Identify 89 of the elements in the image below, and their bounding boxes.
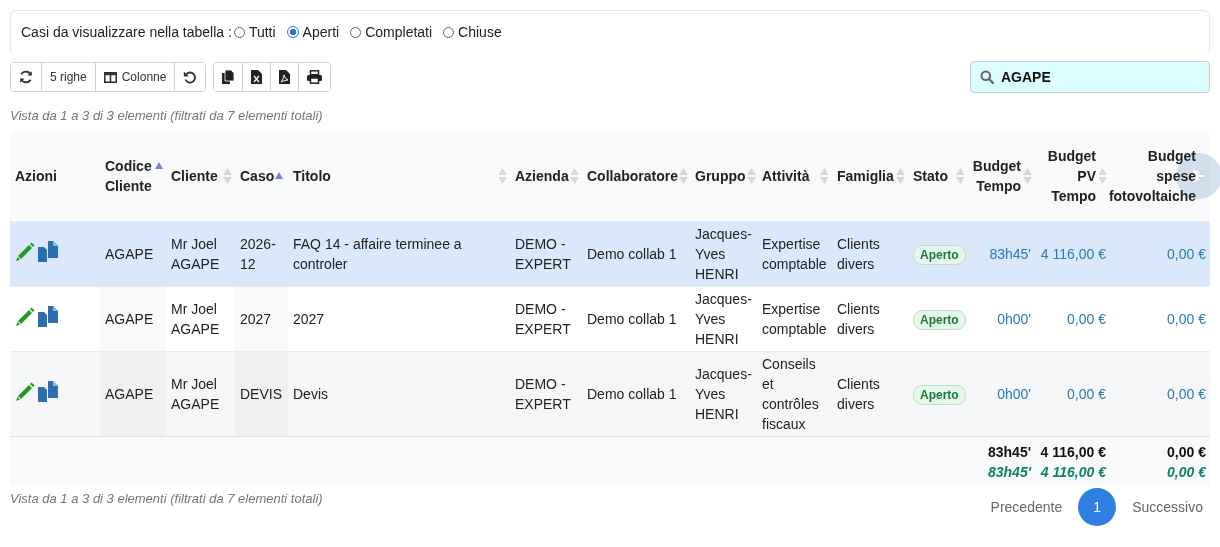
table-cell: DEMO - EXPERT — [515, 376, 571, 412]
sort-ascending-icon[interactable] — [155, 162, 163, 169]
column-header[interactable]: Attività — [762, 166, 810, 186]
table-cell: 2027 — [293, 311, 325, 327]
table-cell: 83h45' — [989, 246, 1031, 262]
table-cell: Expertise comptable — [762, 301, 827, 337]
total-value: 4 116,00 € — [1039, 443, 1106, 462]
table-info: Vista da 1 a 3 di 3 elementi (filtrati da 7 elementi totali) — [10, 108, 324, 123]
page-button[interactable]: 1 — [1078, 488, 1117, 526]
refresh-icon — [19, 70, 33, 84]
table-cell: 0h00' — [997, 386, 1031, 402]
column-header[interactable]: Azioni — [15, 166, 57, 186]
radio-icon[interactable] — [286, 26, 299, 38]
pencil-icon[interactable] — [15, 306, 36, 327]
total-value: 0,00 € — [1166, 443, 1206, 462]
column-header[interactable]: Stato — [913, 166, 948, 186]
previous-link[interactable]: Precedente — [988, 495, 1065, 519]
column-header[interactable]: Famiglia — [837, 166, 894, 186]
table-cell: Mr Joel AGAPE — [171, 301, 220, 337]
column-header[interactable]: Cliente — [171, 166, 218, 186]
sort-ascending-icon[interactable] — [275, 172, 284, 179]
next-link[interactable]: Successivo — [1130, 495, 1205, 519]
table-cell: Devis — [293, 386, 328, 402]
table-cell: 0,00 € — [1067, 386, 1106, 402]
column-header[interactable]: Budget spese fotovoltaiche — [1108, 146, 1196, 206]
table-cell: 0,00 € — [1167, 246, 1206, 262]
table-cell: AGAPE — [105, 386, 154, 402]
table-cell: Demo collab 1 — [587, 386, 677, 402]
pencil-icon[interactable] — [15, 381, 36, 402]
copy-icon — [222, 69, 235, 85]
radio-option[interactable]: Tutti — [233, 24, 276, 40]
column-header[interactable]: Azienda — [515, 166, 569, 186]
print-icon — [307, 70, 323, 84]
table-cell: AGAPE — [105, 246, 154, 262]
radio-option[interactable]: Completati — [350, 24, 433, 40]
columns-icon — [103, 71, 117, 83]
table-cell: Expertise comptable — [762, 236, 827, 272]
table-cell: 4 116,00 € — [1040, 246, 1106, 262]
column-header[interactable]: Caso — [240, 166, 275, 186]
table-cell: Clients divers — [837, 301, 880, 337]
column-header[interactable]: Budget PV Tempo — [1040, 146, 1096, 206]
total-value: 83h45' — [986, 443, 1031, 462]
column-header[interactable]: Titolo — [293, 166, 331, 186]
table-cell: 0,00 € — [1167, 386, 1206, 402]
copy-icon[interactable] — [38, 381, 58, 402]
column-header[interactable]: Budget Tempo — [972, 156, 1021, 196]
status-badge: Aperto — [913, 244, 966, 265]
table-cell: DEMO - EXPERT — [515, 236, 571, 272]
table-cell: Mr Joel AGAPE — [171, 236, 220, 272]
total-value: 4 116,00 € — [1039, 463, 1106, 482]
total-value: 0,00 € — [1166, 463, 1206, 482]
table-cell: Clients divers — [837, 236, 880, 272]
radio-option[interactable]: Chiuse — [443, 24, 502, 40]
undo-icon — [183, 70, 198, 84]
table-cell: DEVIS — [240, 386, 282, 402]
radio-option[interactable]: Aperti — [286, 24, 340, 40]
table-cell: 2027 — [240, 311, 272, 327]
print-button[interactable] — [298, 63, 331, 91]
status-badge: Aperto — [913, 384, 966, 405]
table-cell: Mr Joel AGAPE — [171, 376, 220, 412]
table-cell: Jacques-Yves HENRI — [695, 366, 752, 422]
filter-label: Casi da visualizzare nella tabella : — [21, 24, 232, 40]
search-field[interactable]: AGAPE — [970, 61, 1210, 93]
copy-icon[interactable] — [38, 306, 58, 327]
table-cell: FAQ 14 - affaire terminee a controler — [293, 236, 462, 272]
table-cell: DEMO - EXPERT — [515, 301, 571, 337]
table-cell: 0,00 € — [1067, 311, 1106, 327]
table-cell: 0,00 € — [1167, 311, 1206, 327]
column-header[interactable]: Collaboratore — [587, 166, 678, 186]
table-cell: AGAPE — [105, 311, 154, 327]
column-header[interactable]: Gruppo — [695, 166, 746, 186]
table-cell: Jacques-Yves HENRI — [695, 226, 752, 282]
table-cell: Demo collab 1 — [587, 311, 677, 327]
search-icon — [980, 70, 994, 84]
table-cell: Jacques-Yves HENRI — [695, 291, 752, 347]
status-badge: Aperto — [913, 309, 966, 330]
pdf-file-icon — [279, 70, 291, 84]
column-header[interactable]: Codice Cliente — [105, 156, 154, 196]
undo-button[interactable] — [174, 63, 206, 91]
total-value: 83h45' — [986, 463, 1031, 482]
excel-file-icon — [251, 70, 263, 84]
table-cell: 0h00' — [997, 311, 1031, 327]
table-cell: Demo collab 1 — [587, 246, 677, 262]
table-cell: Conseils et contrôles fiscaux — [762, 356, 819, 432]
table-cell: 2026-12 — [240, 236, 276, 272]
table-cell: Clients divers — [837, 376, 880, 412]
table-info: Vista da 1 a 3 di 3 elementi (filtrati da 7 elementi totali) — [10, 491, 323, 506]
copy-icon[interactable] — [38, 241, 58, 262]
pencil-icon[interactable] — [15, 241, 36, 262]
